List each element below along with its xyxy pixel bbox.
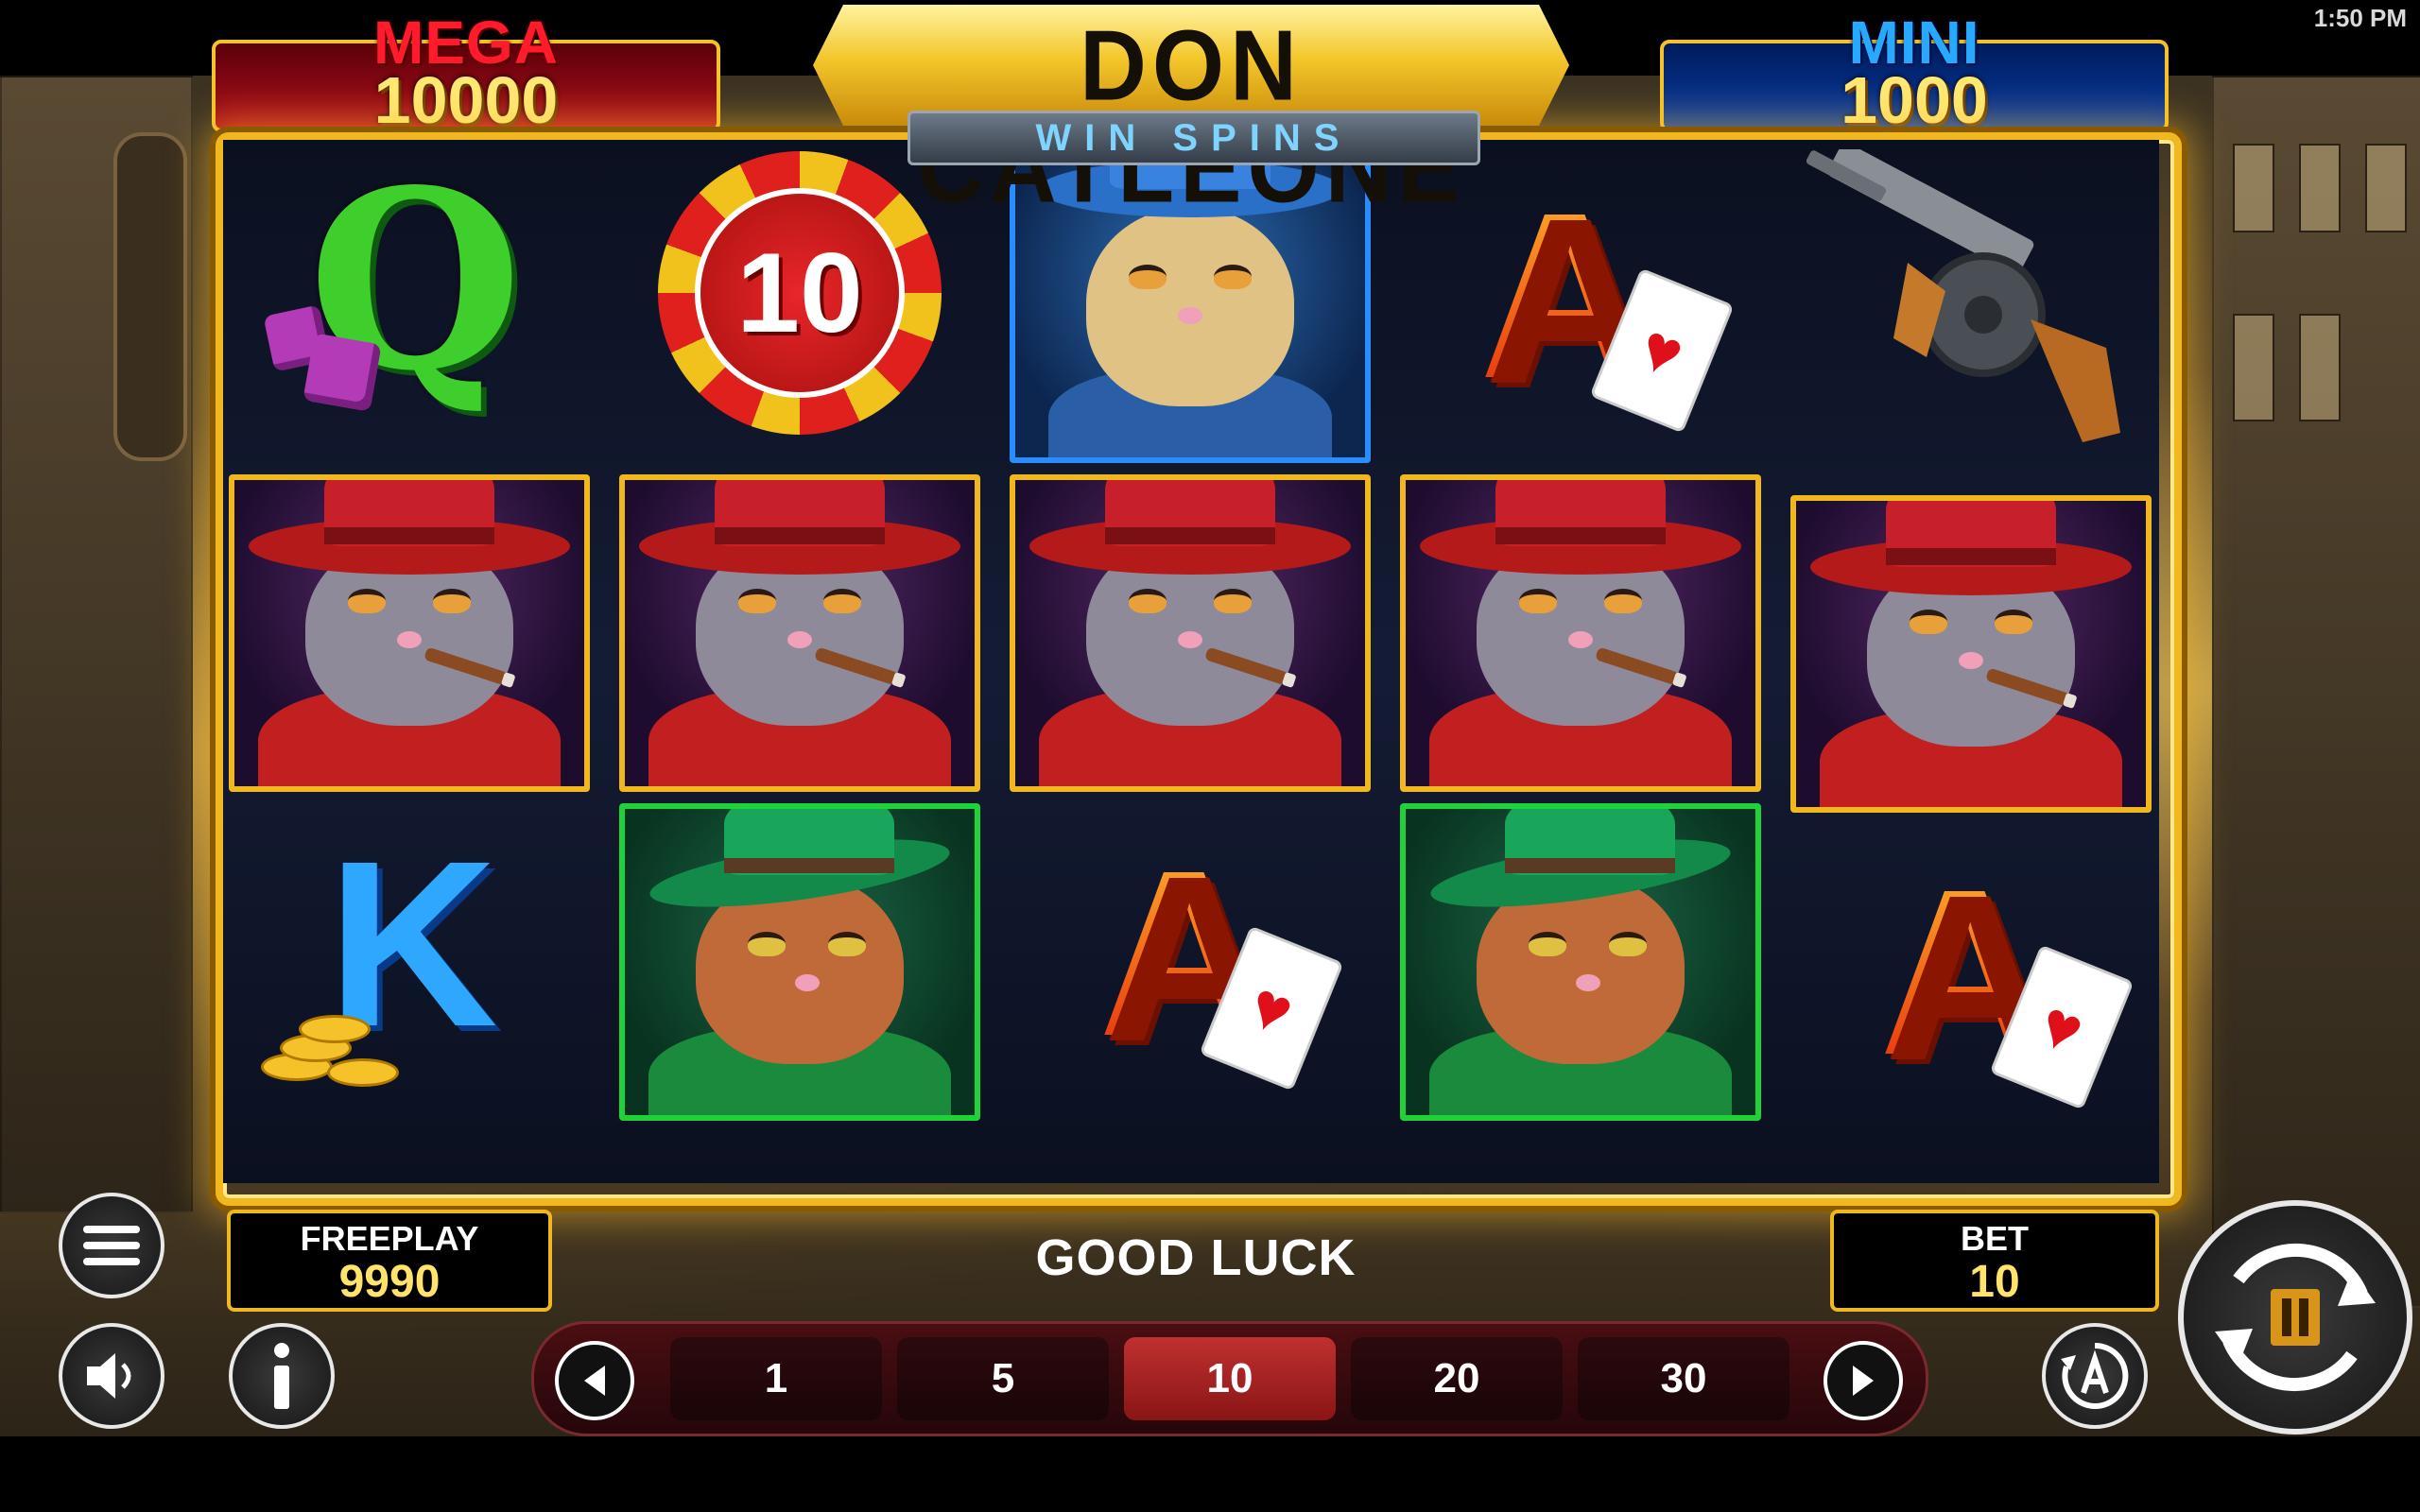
tommy-gun-icon	[1806, 149, 2120, 442]
bet-label: BET	[1961, 1219, 2029, 1258]
bet-increase-button[interactable]	[1824, 1341, 1903, 1420]
bet-option-10[interactable]: 10	[1124, 1337, 1336, 1420]
reel-1-row-2-boss-cat-symbol	[223, 469, 596, 798]
chevron-left-icon	[584, 1366, 605, 1396]
info-icon	[274, 1343, 289, 1409]
mini-jackpot: MINI 1000	[1660, 9, 2169, 137]
boss-cat-tile	[1400, 474, 1761, 792]
boss-cat-icon	[630, 480, 970, 786]
freeplay-box: FREEPLAY 9990	[227, 1210, 552, 1312]
bet-decrease-button[interactable]	[555, 1341, 634, 1420]
boss-cat-tile	[229, 474, 590, 792]
bet-box: BET 10	[1830, 1210, 2159, 1312]
reel-4-row-3-green-cat-symbol	[1394, 798, 1767, 1126]
boss-cat-tile	[1790, 495, 2152, 813]
right-building	[2212, 76, 2420, 1308]
reel-grid: Q K 10 A ♥ A ♥ A ♥	[223, 140, 2159, 1183]
reel-1-row-3-king-symbol: K	[223, 798, 596, 1126]
boss-cat-tile	[1010, 474, 1371, 792]
bet-option-5[interactable]: 5	[897, 1337, 1109, 1420]
spin-pause-icon	[2215, 1243, 2376, 1392]
freeplay-label: FREEPLAY	[300, 1219, 479, 1258]
chip-value: 10	[695, 188, 905, 398]
reel-1-row-1-queen-symbol: Q	[223, 140, 596, 469]
boss-cat-icon	[1020, 480, 1360, 786]
autoplay-button[interactable]	[2042, 1323, 2148, 1429]
bet-option-20[interactable]: 20	[1351, 1337, 1563, 1420]
bet-value: 10	[1969, 1257, 2020, 1307]
reel-4-row-2-boss-cat-symbol	[1394, 469, 1767, 798]
status-clock: 1:50 PM	[2313, 4, 2407, 32]
bet-option-30[interactable]: 30	[1578, 1337, 1789, 1420]
bet-option-1[interactable]: 1	[670, 1337, 882, 1420]
hamburger-menu-icon	[83, 1226, 140, 1265]
boss-cat-tile	[619, 474, 980, 792]
autoplay-icon	[2061, 1342, 2129, 1409]
game-logo: DON CATLEONE WIN SPINS	[775, 5, 1607, 218]
green-cat-tile	[1400, 803, 1761, 1121]
reel-5-row-1-gun-symbol	[1785, 140, 2157, 469]
green-hat-cat-icon	[1410, 809, 1751, 1115]
freeplay-value: 9990	[338, 1257, 441, 1307]
boss-cat-icon	[1801, 501, 2141, 807]
speaker-icon	[87, 1353, 131, 1399]
status-message: GOOD LUCK	[1035, 1229, 1357, 1286]
coin-icon	[299, 1015, 371, 1043]
mega-jackpot-label: MEGA	[373, 9, 559, 77]
reel-3-row-3-ace-symbol: A ♥	[1004, 798, 1376, 1126]
reel-5-row-3-ace-symbol: A ♥	[1785, 816, 2157, 1176]
bet-selector: 1 5 10 20 30	[531, 1321, 1928, 1436]
reel-3-row-2-boss-cat-symbol	[1004, 469, 1376, 798]
boss-cat-icon	[1410, 480, 1751, 786]
dice-icon	[302, 333, 382, 412]
boss-cat-icon	[239, 480, 579, 786]
mini-jackpot-label: MINI	[1848, 9, 1980, 77]
club-sign	[113, 132, 187, 461]
chevron-right-icon	[1853, 1366, 1874, 1396]
green-cat-tile	[619, 803, 980, 1121]
coin-icon	[327, 1058, 399, 1087]
reel-5-row-2-boss-cat-symbol	[1785, 490, 2157, 818]
menu-button[interactable]	[59, 1193, 164, 1298]
green-hat-cat-icon	[630, 809, 970, 1115]
sound-button[interactable]	[59, 1323, 164, 1429]
spin-button[interactable]	[2178, 1200, 2412, 1435]
mega-jackpot: MEGA 10000	[212, 9, 720, 137]
reel-2-row-3-green-cat-symbol	[614, 798, 986, 1126]
reel-2-row-2-boss-cat-symbol	[614, 469, 986, 798]
info-button[interactable]	[229, 1323, 335, 1429]
game-subtitle: WIN SPINS	[908, 111, 1480, 165]
